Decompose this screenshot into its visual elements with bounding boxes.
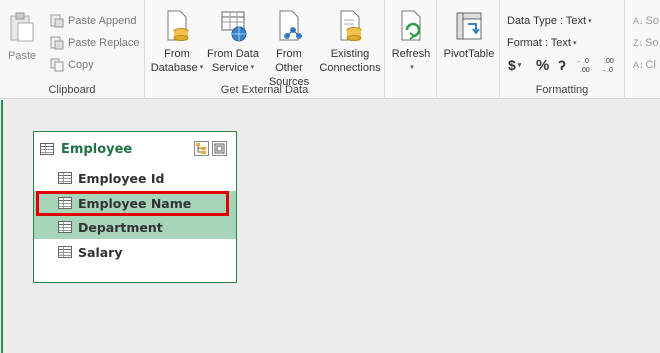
clipboard-group-label: Clipboard bbox=[48, 84, 96, 96]
percent-button[interactable]: % bbox=[536, 56, 549, 74]
paste-replace-icon bbox=[50, 36, 64, 50]
format-dropdown[interactable]: Format : Text ▾ bbox=[507, 34, 577, 52]
ribbon: Paste Paste Append Paste Replace Copy Cl… bbox=[0, 0, 660, 99]
from-database-line2-text: Database bbox=[150, 62, 198, 74]
highlight-box bbox=[36, 191, 229, 216]
field-label: Employee Id bbox=[78, 170, 165, 186]
sort-ascending-button[interactable]: A↓ So bbox=[633, 12, 659, 30]
currency-button[interactable]: $ ▾ bbox=[508, 56, 521, 74]
paste-append-icon bbox=[50, 14, 64, 28]
svg-text:.00: .00 bbox=[604, 58, 614, 65]
sort-ascending-label: So bbox=[645, 15, 659, 27]
from-other-sources-button[interactable]: From Other Sources bbox=[261, 10, 317, 89]
table-title: Employee bbox=[61, 141, 133, 157]
data-service-icon bbox=[219, 10, 247, 42]
paste-replace-label: Paste Replace bbox=[68, 37, 140, 49]
existing-connections-button[interactable]: Existing Connections bbox=[317, 10, 383, 75]
svg-text:.00: .00 bbox=[580, 67, 590, 74]
from-data-service-line2-text: Service bbox=[211, 62, 249, 74]
paste-append-label: Paste Append bbox=[68, 15, 137, 27]
from-database-line2: Database ▾ bbox=[151, 61, 204, 75]
formatting-group: Data Type : Text ▾ Format : Text ▾ $ ▾ % ʔ … bbox=[500, 0, 625, 99]
clipboard-group: Paste Paste Append Paste Replace Copy Cl… bbox=[0, 0, 145, 99]
pivot-group: PivotTable bbox=[437, 0, 500, 99]
svg-text:.0: .0 bbox=[583, 58, 589, 65]
decrease-decimal-button[interactable]: .00 → .0 bbox=[600, 56, 620, 74]
sort-group: A↓ So Z↓ So A↕ Cl bbox=[625, 0, 660, 99]
paste-label: Paste bbox=[8, 50, 37, 62]
from-other-sources-line1: From Other bbox=[275, 48, 303, 74]
data-type-dropdown[interactable]: Data Type : Text ▾ bbox=[507, 12, 592, 30]
chevron-down-icon: ▾ bbox=[572, 40, 577, 47]
clear-sort-label: Cl bbox=[645, 59, 656, 71]
refresh-label: Refresh ▾ bbox=[389, 47, 433, 75]
chevron-down-icon: ▾ bbox=[410, 64, 414, 72]
paste-button[interactable]: Paste bbox=[8, 12, 36, 63]
external-data-group: From Database ▾ From Data Service ▾ From… bbox=[145, 0, 385, 99]
from-database-button[interactable]: From Database ▾ bbox=[149, 10, 205, 75]
database-icon bbox=[163, 10, 191, 42]
sort-ascending-icon: A↓ bbox=[633, 16, 644, 26]
from-data-service-line2: Service ▾ bbox=[212, 61, 254, 75]
clear-sort-button[interactable]: A↕ Cl bbox=[633, 56, 656, 74]
svg-text:→: → bbox=[600, 67, 607, 74]
maximize-icon[interactable] bbox=[212, 141, 227, 156]
paste-icon bbox=[8, 12, 36, 44]
percent-icon: % bbox=[536, 56, 550, 74]
hierarchy-icon[interactable] bbox=[194, 141, 209, 156]
sort-descending-icon: Z↓ bbox=[633, 38, 643, 48]
field-label: Salary bbox=[78, 244, 123, 260]
pivottable-icon bbox=[455, 10, 483, 42]
canvas-left-border bbox=[1, 100, 3, 353]
sort-descending-label: So bbox=[645, 37, 659, 49]
comma-button[interactable]: ʔ bbox=[558, 56, 566, 74]
copy-button[interactable]: Copy bbox=[50, 56, 94, 74]
refresh-button[interactable]: Refresh ▾ bbox=[389, 10, 433, 75]
refresh-label-text: Refresh bbox=[391, 48, 431, 60]
column-icon bbox=[58, 221, 72, 233]
column-icon bbox=[58, 172, 72, 184]
field-row-salary[interactable]: Salary bbox=[34, 240, 236, 264]
chevron-down-icon: ▾ bbox=[250, 64, 255, 72]
field-row-department[interactable]: Department bbox=[34, 215, 236, 239]
data-type-label: Data Type : Text bbox=[507, 15, 587, 27]
connections-icon bbox=[336, 10, 364, 42]
from-data-service-line1: From Data bbox=[207, 48, 259, 60]
column-icon bbox=[58, 246, 72, 258]
chevron-down-icon: ▾ bbox=[588, 18, 592, 25]
decrease-decimal-icon: .00 → .0 bbox=[600, 58, 614, 74]
clear-sort-icon: A↕ bbox=[633, 60, 644, 70]
field-label: Department bbox=[78, 219, 163, 235]
refresh-icon bbox=[397, 10, 425, 42]
format-label: Format : Text bbox=[507, 37, 571, 49]
field-row-employee-id[interactable]: Employee Id bbox=[34, 166, 236, 190]
from-database-line1: From bbox=[164, 48, 190, 60]
dollar-icon: $ bbox=[508, 57, 516, 73]
other-sources-icon bbox=[275, 10, 303, 42]
from-data-service-button[interactable]: From Data Service ▾ bbox=[205, 10, 261, 75]
paste-replace-button[interactable]: Paste Replace bbox=[50, 34, 140, 52]
copy-label: Copy bbox=[68, 59, 94, 71]
pivottable-label: PivotTable bbox=[443, 48, 495, 60]
sort-descending-button[interactable]: Z↓ So bbox=[633, 34, 658, 52]
existing-connections-line1: Existing bbox=[330, 48, 370, 60]
increase-decimal-icon: ← .0 .00 bbox=[576, 58, 590, 74]
pivottable-button[interactable]: PivotTable bbox=[441, 10, 497, 61]
svg-text:←: ← bbox=[576, 58, 583, 65]
paste-append-button[interactable]: Paste Append bbox=[50, 12, 137, 30]
refresh-group: Refresh ▾ bbox=[385, 0, 437, 99]
existing-connections-line2: Connections bbox=[319, 62, 381, 74]
external-data-group-label: Get External Data bbox=[220, 84, 309, 96]
copy-icon bbox=[50, 58, 64, 72]
comma-icon: ʔ bbox=[558, 57, 566, 73]
chevron-down-icon: ▾ bbox=[199, 64, 204, 72]
table-icon bbox=[40, 143, 54, 155]
svg-text:.0: .0 bbox=[607, 67, 613, 74]
table-card-header[interactable]: Employee bbox=[34, 132, 236, 166]
increase-decimal-button[interactable]: ← .0 .00 bbox=[576, 56, 596, 74]
formatting-group-label: Formatting bbox=[535, 84, 589, 96]
chevron-down-icon: ▾ bbox=[517, 62, 522, 69]
